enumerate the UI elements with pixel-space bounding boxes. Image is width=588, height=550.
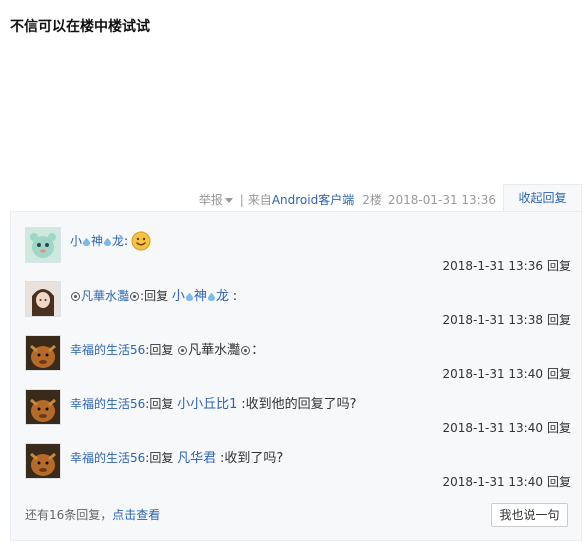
reply-username[interactable]: 幸福的生活56 (70, 397, 145, 411)
avatar[interactable] (25, 389, 61, 425)
sub-reply-panel: 小神龙: 2018-1-31 13:36 回复 凡華水灩:回复 小神龙 : 201… (10, 211, 582, 541)
reply-line: 幸福的生活56:回复 凡华君 :收到了吗? (70, 447, 283, 466)
reply-time: 2018-1-31 13:36 (442, 259, 543, 273)
ring-symbol-icon (71, 292, 80, 301)
reply-time: 2018-1-31 13:40 (442, 367, 543, 381)
reply-button[interactable]: 回复 (547, 259, 571, 273)
reply-line: 幸福的生活56:回复 凡華水灩： (70, 339, 264, 358)
client-prefix: 来自 (247, 193, 272, 207)
reply-meta: 2018-1-31 13:40 回复 (442, 365, 571, 382)
water-drop-icon (82, 237, 91, 246)
more-replies: 还有16条回复，点击查看 (25, 506, 160, 523)
reply-line: 幸福的生活56:回复 小小丘比1 :收到他的回复了吗? (70, 393, 357, 412)
reply-meta: 2018-1-31 13:40 回复 (442, 419, 571, 436)
list-item: 小神龙: 2018-1-31 13:36 回复 (25, 227, 571, 281)
water-drop-icon (103, 237, 112, 246)
reply-target[interactable]: 凡華水灩 (177, 343, 251, 358)
reply-target[interactable]: 凡华君 (177, 451, 216, 466)
post-tail-info: 举报 | 来自Android客户端 2楼 2018-01-31 13:36 (199, 191, 496, 208)
water-drop-icon (185, 292, 194, 301)
avatar[interactable] (25, 335, 61, 371)
reply-word: 回复 (149, 451, 174, 465)
reply-username[interactable]: 幸福的生活56 (70, 451, 145, 465)
client-link[interactable]: Android客户端 (272, 193, 354, 207)
list-item: 幸福的生活56:回复 凡华君 :收到了吗? 2018-1-31 13:40 回复 (25, 443, 571, 497)
username-text: 凡華水灩 (188, 343, 241, 358)
username-separator: : (124, 234, 129, 248)
reply-meta: 2018-1-31 13:38 回复 (442, 311, 571, 328)
post-tail-bar: 举报 | 来自Android客户端 2楼 2018-01-31 13:36 收起回复 (0, 184, 588, 212)
reply-username[interactable]: 幸福的生活56 (70, 343, 145, 357)
reply-line: 凡華水灩:回复 小神龙 : (70, 285, 237, 304)
reply-button[interactable]: 回复 (547, 313, 571, 327)
report-dropdown-icon[interactable] (224, 198, 233, 203)
reply-meta: 2018-1-31 13:36 回复 (442, 257, 571, 274)
reply-time: 2018-1-31 13:40 (442, 421, 543, 435)
ring-symbol-icon (178, 346, 188, 355)
username-part: 小 (171, 289, 185, 304)
avatar[interactable] (25, 227, 61, 263)
reply-button[interactable]: 回复 (547, 367, 571, 381)
username-part: 龙 (112, 234, 125, 248)
reply-content: :收到了吗? (220, 451, 284, 466)
ring-symbol-icon (130, 292, 140, 301)
username-part: 小 (70, 234, 83, 248)
add-reply-button[interactable]: 我也说一句 (491, 503, 568, 527)
floor-number: 2楼 (362, 193, 382, 207)
reply-word: 回复 (144, 289, 169, 303)
reply-content: ： (251, 343, 265, 358)
reply-time: 2018-1-31 13:38 (442, 313, 543, 327)
reply-button[interactable]: 回复 (547, 475, 571, 489)
list-item: 幸福的生活56:回复 凡華水灩： 2018-1-31 13:40 回复 (25, 335, 571, 389)
tail-separator: | (239, 193, 244, 207)
post-time: 2018-01-31 13:36 (387, 193, 496, 207)
reply-target[interactable]: 小神龙 (172, 289, 229, 304)
reply-username[interactable]: 凡華水灩 (70, 289, 140, 303)
reply-username[interactable]: 小神龙 (70, 234, 124, 248)
username-text: 凡華水灩 (81, 289, 130, 303)
list-item: 幸福的生活56:回复 小小丘比1 :收到他的回复了吗? 2018-1-31 13… (25, 389, 571, 443)
reply-line: 小神龙: (70, 231, 151, 251)
list-item: 凡華水灩:回复 小神龙 : 2018-1-31 13:38 回复 (25, 281, 571, 335)
reply-word: 回复 (149, 397, 174, 411)
avatar[interactable] (25, 443, 61, 479)
view-more-link[interactable]: 点击查看 (112, 508, 160, 522)
reply-meta: 2018-1-31 13:40 回复 (442, 473, 571, 490)
reply-time: 2018-1-31 13:40 (442, 475, 543, 489)
reply-word: 回复 (149, 343, 174, 357)
avatar[interactable] (25, 281, 61, 317)
report-link[interactable]: 举报 (199, 193, 223, 207)
username-part: 神 (193, 289, 207, 304)
username-part: 龙 (215, 289, 229, 304)
water-drop-icon (207, 292, 216, 301)
more-replies-text: 还有16条回复， (25, 508, 113, 522)
smile-emoji-icon (131, 231, 151, 251)
reply-content: : (232, 289, 238, 304)
reply-content: :收到他的回复了吗? (241, 397, 357, 412)
post-content: 不信可以在楼中楼试试 (10, 19, 150, 35)
collapse-replies-button[interactable]: 收起回复 (503, 184, 582, 212)
reply-button[interactable]: 回复 (547, 421, 571, 435)
ring-symbol-icon (241, 346, 251, 355)
reply-target[interactable]: 小小丘比1 (177, 397, 237, 412)
username-part: 神 (91, 234, 104, 248)
